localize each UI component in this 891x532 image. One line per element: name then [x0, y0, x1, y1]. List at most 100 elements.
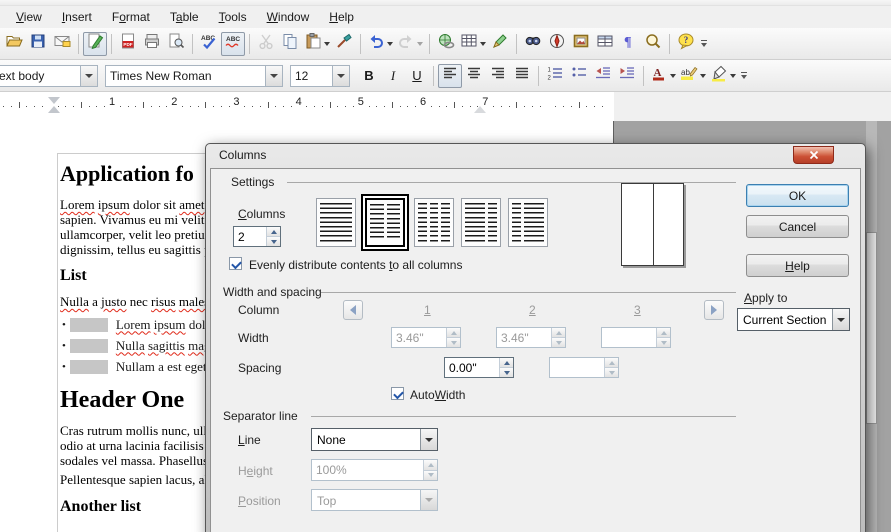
ok-button[interactable]: OK [746, 184, 849, 207]
spin-down-icon[interactable] [552, 337, 565, 347]
scrollbar-thumb[interactable] [866, 232, 877, 424]
spin-up-icon[interactable] [424, 460, 437, 470]
cancel-button[interactable]: Cancel [746, 215, 849, 238]
edit-file-button[interactable] [83, 32, 107, 56]
page-preview-button[interactable] [164, 32, 188, 56]
line-style-dropdown[interactable]: None [311, 428, 438, 451]
chevron-down-icon[interactable] [420, 429, 437, 450]
cut-button[interactable] [254, 32, 278, 56]
increase-indent-button[interactable] [615, 64, 639, 88]
export-pdf-button[interactable]: PDF [116, 32, 140, 56]
spin-up-icon[interactable] [500, 358, 513, 367]
align-center-button[interactable] [462, 64, 486, 88]
vertical-scrollbar[interactable] [866, 121, 877, 532]
formatting-marks-button[interactable]: ¶ [617, 32, 641, 56]
previous-column-button[interactable] [343, 300, 363, 320]
width-column1-field[interactable]: 3.46" [391, 327, 461, 348]
font-color-button[interactable]: A [648, 64, 678, 88]
copy-button[interactable] [278, 32, 302, 56]
chevron-down-icon[interactable] [670, 74, 676, 78]
justify-button[interactable] [510, 64, 534, 88]
menu-view[interactable]: View [6, 7, 52, 27]
list-item-graphic[interactable] [70, 318, 108, 332]
spin-down-icon[interactable] [267, 236, 280, 246]
toolbar-overflow-button[interactable] [698, 32, 710, 56]
font-size-combo[interactable]: 12 [290, 65, 350, 87]
bold-button[interactable]: B [357, 64, 381, 88]
chevron-down-icon[interactable] [832, 309, 849, 330]
italic-button[interactable]: I [381, 64, 405, 88]
font-name-combo[interactable]: Times New Roman [105, 65, 283, 87]
preset-one-column[interactable] [316, 198, 356, 247]
underline-button[interactable]: U [405, 64, 429, 88]
columns-count-field[interactable]: 2 [233, 226, 281, 247]
next-column-button[interactable] [704, 300, 724, 320]
spin-down-icon[interactable] [605, 367, 618, 377]
spacing-1-field[interactable]: 0.00" [444, 357, 514, 378]
help-button[interactable]: ? [674, 32, 698, 56]
bullet-list-button[interactable] [567, 64, 591, 88]
spin-up-icon[interactable] [657, 328, 670, 337]
undo-button[interactable] [365, 32, 395, 56]
table-button[interactable] [458, 32, 488, 56]
width-column2-field[interactable]: 3.46" [496, 327, 566, 348]
chevron-down-icon[interactable] [332, 66, 349, 86]
menu-window[interactable]: Window [257, 7, 320, 27]
help-button[interactable]: Help [746, 254, 849, 277]
height-field[interactable]: 100% [311, 459, 438, 481]
align-right-button[interactable] [486, 64, 510, 88]
menu-table[interactable]: Table [160, 7, 209, 27]
draw-functions-button[interactable] [488, 32, 512, 56]
find-replace-button[interactable] [521, 32, 545, 56]
hyperlink-button[interactable] [434, 32, 458, 56]
background-color-button[interactable] [708, 64, 738, 88]
spin-up-icon[interactable] [267, 227, 280, 236]
align-left-button[interactable] [438, 64, 462, 88]
chevron-down-icon[interactable] [80, 66, 97, 86]
paragraph-style-combo[interactable]: ext body [0, 65, 98, 87]
autowidth-checkbox[interactable] [391, 387, 404, 400]
format-paintbrush-button[interactable] [332, 32, 356, 56]
menu-tools[interactable]: Tools [209, 7, 257, 27]
email-button[interactable] [50, 32, 74, 56]
indent-marker-right-icon[interactable] [474, 106, 486, 113]
spin-down-icon[interactable] [500, 367, 513, 377]
chevron-down-icon[interactable] [700, 74, 706, 78]
save-button[interactable] [26, 32, 50, 56]
print-button[interactable] [140, 32, 164, 56]
preset-two-columns-wide-right[interactable] [508, 198, 548, 247]
zoom-button[interactable] [641, 32, 665, 56]
menu-format[interactable]: Format [102, 7, 160, 27]
chevron-down-icon[interactable] [480, 42, 486, 46]
menu-help[interactable]: Help [319, 7, 364, 27]
width-column3-field[interactable] [601, 327, 671, 348]
close-button[interactable] [793, 146, 834, 164]
spin-up-icon[interactable] [605, 358, 618, 367]
position-dropdown[interactable]: Top [311, 489, 438, 511]
highlighting-button[interactable]: ab [678, 64, 708, 88]
ruler[interactable]: 1234567 [0, 92, 614, 121]
indent-marker-left-bottom-icon[interactable] [48, 106, 60, 113]
gallery-button[interactable] [569, 32, 593, 56]
spin-down-icon[interactable] [424, 470, 437, 481]
data-sources-button[interactable] [593, 32, 617, 56]
decrease-indent-button[interactable] [591, 64, 615, 88]
spacing-2-field[interactable] [549, 357, 619, 378]
chevron-down-icon[interactable] [265, 66, 282, 86]
spelling-button[interactable]: ABC [197, 32, 221, 56]
preset-three-columns[interactable] [414, 198, 454, 247]
chevron-down-icon[interactable] [324, 42, 330, 46]
preset-two-columns-wide-left[interactable] [461, 198, 501, 247]
navigator-button[interactable] [545, 32, 569, 56]
distribute-checkbox[interactable] [229, 257, 242, 270]
indent-marker-left-icon[interactable] [48, 97, 60, 104]
apply-to-dropdown[interactable]: Current Section [737, 308, 850, 331]
chevron-down-icon[interactable] [730, 74, 736, 78]
open-button[interactable] [2, 32, 26, 56]
chevron-down-icon[interactable] [387, 42, 393, 46]
list-item-graphic[interactable] [70, 360, 108, 374]
spin-down-icon[interactable] [447, 337, 460, 347]
numbered-list-button[interactable]: 12 [543, 64, 567, 88]
auto-spellcheck-button[interactable]: ABC [221, 32, 245, 56]
toolbar-overflow-button[interactable] [738, 64, 750, 88]
